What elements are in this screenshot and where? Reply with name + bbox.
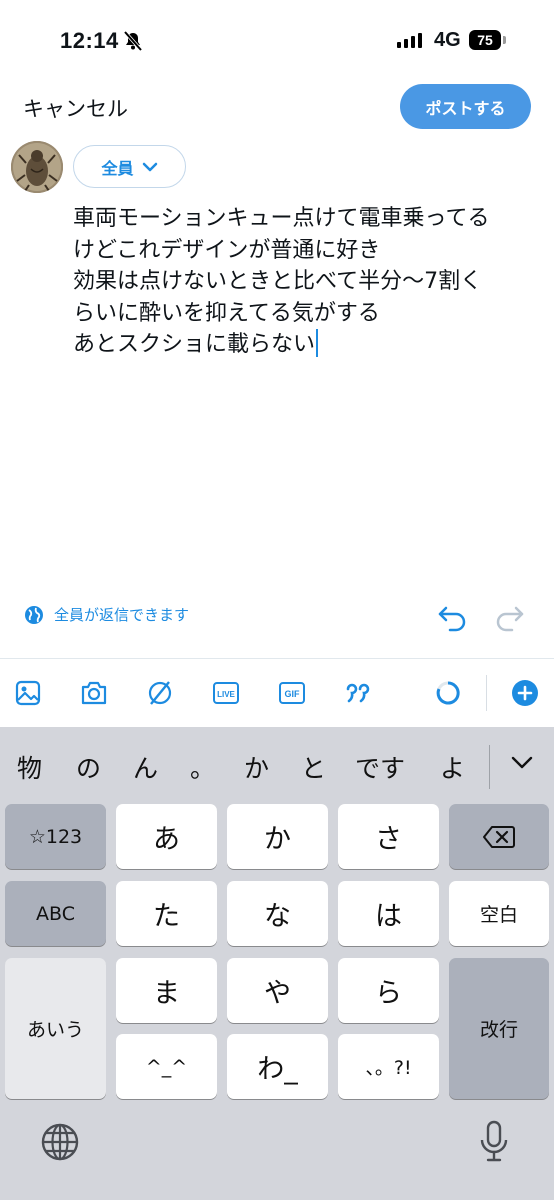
key-wa[interactable]: わ_ bbox=[227, 1034, 328, 1099]
numbers-key[interactable]: ☆123 bbox=[5, 804, 106, 869]
grok-icon[interactable] bbox=[146, 679, 174, 707]
network-type: 4G bbox=[434, 29, 461, 51]
globe-icon bbox=[25, 605, 43, 624]
abc-key[interactable]: ABC bbox=[5, 881, 106, 946]
progress-circle-icon bbox=[434, 679, 462, 707]
key-na[interactable]: な bbox=[227, 881, 328, 946]
compose-toolbar: LIVE GIF bbox=[0, 659, 554, 727]
candidate[interactable]: と bbox=[301, 749, 326, 785]
backspace-key[interactable] bbox=[449, 804, 549, 869]
key-ya[interactable]: や bbox=[227, 958, 328, 1023]
battery-icon: 75 bbox=[469, 30, 501, 50]
candidate[interactable]: ん bbox=[133, 749, 158, 785]
status-time: 12:14 bbox=[60, 28, 119, 53]
status-bar: 12:14 4G 75 bbox=[0, 0, 554, 80]
punctuation-key-label: 、。?! bbox=[365, 1057, 412, 1079]
return-key[interactable]: 改行 bbox=[449, 958, 549, 1099]
redo-icon[interactable] bbox=[494, 604, 526, 634]
key-ha[interactable]: は bbox=[338, 881, 439, 946]
reply-setting[interactable]: 全員が返信できます bbox=[24, 604, 189, 625]
punctuation-key[interactable]: 、。?! bbox=[338, 1034, 439, 1099]
gif-text: GIF bbox=[285, 689, 301, 699]
compose-textarea[interactable]: 車両モーションキュー点けて電車乗ってる けどこれデザインが普通に好き 効果は点け… bbox=[73, 203, 533, 361]
kaomoji-key-label: ^_^ bbox=[145, 1055, 188, 1078]
gif-icon[interactable]: GIF bbox=[278, 679, 306, 707]
bell-slash-icon bbox=[123, 30, 143, 52]
numbers-key-label: ☆123 bbox=[28, 825, 83, 848]
image-icon[interactable] bbox=[14, 679, 42, 707]
kana-mode-label: あいう bbox=[26, 1019, 84, 1041]
undo-icon[interactable] bbox=[436, 604, 468, 634]
backspace-icon bbox=[483, 825, 515, 848]
globe-icon[interactable] bbox=[40, 1122, 80, 1162]
abc-key-label: ABC bbox=[36, 902, 75, 925]
reply-setting-label: 全員が返信できます bbox=[54, 606, 190, 624]
avatar[interactable] bbox=[11, 141, 63, 193]
quote-icon[interactable] bbox=[344, 679, 372, 707]
audience-label: 全員 bbox=[101, 158, 134, 178]
compose-line: けどこれデザインが普通に好き bbox=[73, 237, 381, 263]
key-ra[interactable]: ら bbox=[338, 958, 439, 1023]
candidate[interactable]: 物 bbox=[17, 749, 42, 785]
space-key-label: 空白 bbox=[479, 904, 518, 926]
kaomoji-key[interactable]: ^_^ bbox=[116, 1034, 217, 1099]
key-ma[interactable]: ま bbox=[116, 958, 217, 1023]
key-a[interactable]: あ bbox=[116, 804, 217, 869]
compose-line-last: あとスクショに載らない bbox=[73, 329, 533, 361]
text-cursor bbox=[316, 329, 319, 357]
key-ka[interactable]: か bbox=[227, 804, 328, 869]
key-ta[interactable]: た bbox=[116, 881, 217, 946]
microphone-icon[interactable] bbox=[479, 1120, 509, 1164]
chevron-down-icon[interactable] bbox=[510, 755, 534, 771]
compose-line: 効果は点けないときと比べて半分〜7割く bbox=[73, 269, 483, 294]
avatar-image bbox=[11, 141, 63, 193]
compose-line: らいに酔いを抑えてる気がする bbox=[73, 300, 380, 326]
candidate[interactable]: の bbox=[76, 749, 101, 785]
key-sa[interactable]: さ bbox=[338, 804, 439, 869]
keyboard: 物 の ん 。 か と です よ ☆123 あ か さ ABC た な は 空白… bbox=[0, 727, 554, 1200]
candidate[interactable]: 。 bbox=[190, 749, 215, 785]
live-icon[interactable]: LIVE bbox=[212, 679, 240, 707]
candidate-bar: 物 の ん 。 か と です よ bbox=[0, 727, 554, 801]
battery-cap bbox=[503, 36, 506, 44]
chevron-down-icon bbox=[142, 162, 157, 171]
candidate-separator bbox=[489, 745, 490, 789]
camera-icon[interactable] bbox=[80, 679, 108, 707]
compose-line: 車両モーションキュー点けて電車乗ってる bbox=[73, 206, 490, 231]
return-key-label: 改行 bbox=[479, 1019, 518, 1041]
candidate[interactable]: よ bbox=[440, 749, 465, 785]
add-icon[interactable] bbox=[511, 679, 539, 707]
live-text: LIVE bbox=[217, 690, 235, 699]
cancel-button[interactable]: キャンセル bbox=[23, 93, 128, 123]
compose-line: あとスクショに載らない bbox=[73, 332, 316, 357]
audience-selector[interactable]: 全員 bbox=[73, 145, 186, 188]
kana-mode-key[interactable]: あいう bbox=[5, 958, 106, 1099]
space-key[interactable]: 空白 bbox=[449, 881, 549, 946]
candidate[interactable]: か bbox=[244, 749, 269, 785]
signal-icon bbox=[397, 32, 422, 48]
toolbar-separator bbox=[486, 675, 487, 711]
post-button[interactable]: ポストする bbox=[400, 84, 531, 129]
candidate[interactable]: です bbox=[355, 749, 405, 785]
